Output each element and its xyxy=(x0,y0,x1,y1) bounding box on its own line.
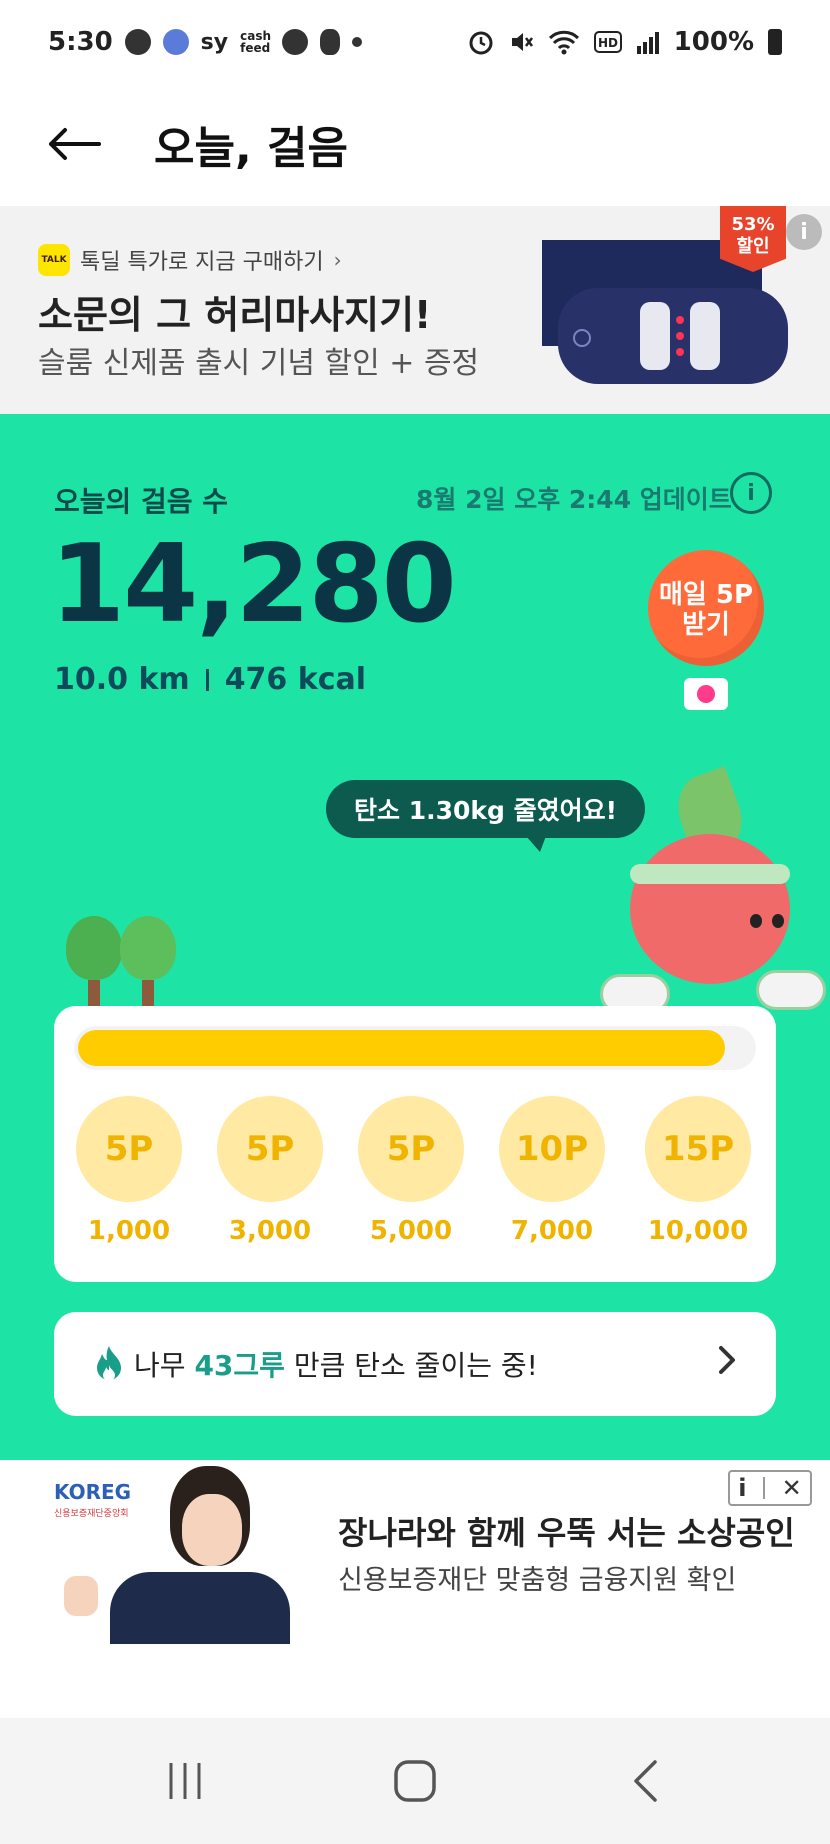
hd-icon: HD xyxy=(593,31,622,53)
status-right: HD 100% xyxy=(468,27,782,57)
step-count: 14,280 xyxy=(50,522,457,647)
tomato-mascot-illustration xyxy=(600,766,830,1034)
calories-value: 476 kcal xyxy=(224,662,367,697)
system-back-icon xyxy=(634,1760,657,1802)
milestone-steps: 1,000 xyxy=(87,1216,171,1246)
status-bar: 5:30 sy cash feed HD 100% xyxy=(0,0,830,84)
milestone-item[interactable]: 10P 7,000 xyxy=(497,1096,607,1246)
status-left: 5:30 sy cash feed xyxy=(48,27,363,57)
tree-icon xyxy=(120,916,176,1010)
steps-info-button[interactable]: i xyxy=(730,472,772,514)
signal-icon xyxy=(636,32,659,54)
milestone-item[interactable]: 5P 3,000 xyxy=(215,1096,325,1246)
discount-badge: 53% 할인 xyxy=(720,206,786,272)
ok-cashbag-icon xyxy=(684,678,728,710)
ad-talk-row: TALK 톡딜 특가로 지금 구매하기 › xyxy=(38,244,342,276)
ad-subtext: 슬룸 신제품 출시 기념 할인 + 증정 xyxy=(38,346,480,381)
ad-bottom-subtitle: 신용보증재단 맞춤형 금융지원 확인 xyxy=(338,1565,737,1596)
milestone-points: 5P xyxy=(76,1096,182,1202)
tree-icon xyxy=(66,916,122,1010)
chevron-right-icon xyxy=(718,1345,736,1383)
status-time: 5:30 xyxy=(48,27,113,57)
carbon-speech-bubble: 탄소 1.30kg 줄였어요! xyxy=(326,780,646,852)
mute-icon xyxy=(511,33,533,51)
steps-label: 오늘의 걸음 수 xyxy=(54,485,229,518)
milestone-item[interactable]: 15P 10,000 xyxy=(638,1096,758,1246)
tree-prefix: 나무 xyxy=(134,1349,186,1382)
ad-bottom-title: 장나라와 함께 우뚝 서는 소상공인 xyxy=(338,1514,795,1552)
trees-illustration xyxy=(66,910,186,1010)
koreg-logo-subtitle: 신용보증재단중앙회 xyxy=(54,1509,129,1519)
back-arrow-icon xyxy=(49,128,101,160)
discount-label: 할인 xyxy=(736,236,770,257)
update-timestamp: 8월 2일 오후 2:44 업데이트 xyxy=(416,485,732,514)
alarm-icon xyxy=(469,31,493,55)
milestone-steps: 10,000 xyxy=(647,1216,749,1246)
distance-value: 10.0 km xyxy=(54,662,190,697)
meta-divider xyxy=(205,668,209,691)
tree-carbon-card[interactable]: 나무 43그루 만큼 탄소 줄이는 중! xyxy=(54,1312,776,1416)
bottom-ad-banner[interactable]: KOREG 신용보증재단중앙회 장나라와 함께 우뚝 서는 소상공인 신용보증재… xyxy=(0,1460,830,1700)
status-sy-text: sy xyxy=(200,29,229,55)
ad-headline: 소문의 그 허리마사지기! xyxy=(38,293,432,337)
squirrel-icon xyxy=(320,29,341,55)
recent-apps-icon xyxy=(169,1763,201,1799)
milestone-steps: 7,000 xyxy=(510,1216,594,1246)
chevron-right-icon: › xyxy=(333,248,342,272)
milestone-points: 5P xyxy=(358,1096,464,1202)
battery-percent: 100% xyxy=(673,27,754,57)
page-title: 오늘, 걸음 xyxy=(154,123,348,174)
home-button[interactable] xyxy=(375,1746,455,1816)
status-cashfeed-text: cash feed xyxy=(240,29,272,55)
app-notification-icon xyxy=(162,29,189,55)
milestone-steps: 5,000 xyxy=(369,1216,453,1246)
milestone-steps: 3,000 xyxy=(228,1216,312,1246)
back-button[interactable] xyxy=(44,114,104,174)
info-icon: i xyxy=(747,480,755,506)
system-back-button[interactable] xyxy=(605,1746,685,1816)
kakao-talk-badge: TALK xyxy=(38,244,70,276)
milestone-item[interactable]: 5P 1,000 xyxy=(74,1096,184,1246)
daily-points-button[interactable]: 매일 5P 받기 xyxy=(648,550,764,666)
wifi-icon xyxy=(548,30,579,55)
tree-count: 43그루 xyxy=(194,1349,285,1382)
steps-section: 오늘의 걸음 수 8월 2일 오후 2:44 업데이트 i 14,280 10.… xyxy=(0,414,830,1460)
home-icon xyxy=(394,1760,436,1802)
ad-info-button[interactable]: i xyxy=(738,1474,746,1502)
step-meta: 10.0 km 476 kcal xyxy=(54,662,366,697)
ad-controls: i ✕ xyxy=(728,1470,812,1506)
recent-apps-button[interactable] xyxy=(145,1746,225,1816)
battery-icon xyxy=(768,29,782,55)
koreg-logo: KOREG xyxy=(54,1480,132,1504)
discount-percent: 53% xyxy=(731,214,775,235)
tree-suffix: 만큼 탄소 줄이는 중! xyxy=(293,1349,538,1382)
milestone-points: 15P xyxy=(645,1096,751,1202)
milestone-item[interactable]: 5P 5,000 xyxy=(356,1096,466,1246)
milestone-points: 5P xyxy=(217,1096,323,1202)
fire-icon xyxy=(97,1346,121,1381)
app-bar: 오늘, 걸음 xyxy=(0,84,830,204)
milestone-points: 10P xyxy=(499,1096,605,1202)
ad-info-icon[interactable]: i xyxy=(786,214,822,250)
chat-bubble-icon xyxy=(282,29,309,55)
system-navigation-bar xyxy=(0,1718,830,1844)
clock-app-icon xyxy=(124,29,151,55)
more-notifications-dot-icon xyxy=(352,37,363,47)
ad-controls-divider xyxy=(763,1477,766,1499)
ad-talk-text: 톡딜 특가로 지금 구매하기 xyxy=(80,250,324,275)
progress-fill xyxy=(78,1030,725,1066)
svg-text:HD: HD xyxy=(598,36,618,50)
ad-close-button[interactable]: ✕ xyxy=(782,1474,802,1502)
top-ad-banner[interactable]: TALK 톡딜 특가로 지금 구매하기 › 소문의 그 허리마사지기! 슬룸 신… xyxy=(0,206,830,414)
tree-carbon-text: 나무 43그루 만큼 탄소 줄이는 중! xyxy=(134,1344,538,1384)
progress-card: 5P 1,000 5P 3,000 5P 5,000 10P 7,000 15P… xyxy=(54,1006,776,1282)
